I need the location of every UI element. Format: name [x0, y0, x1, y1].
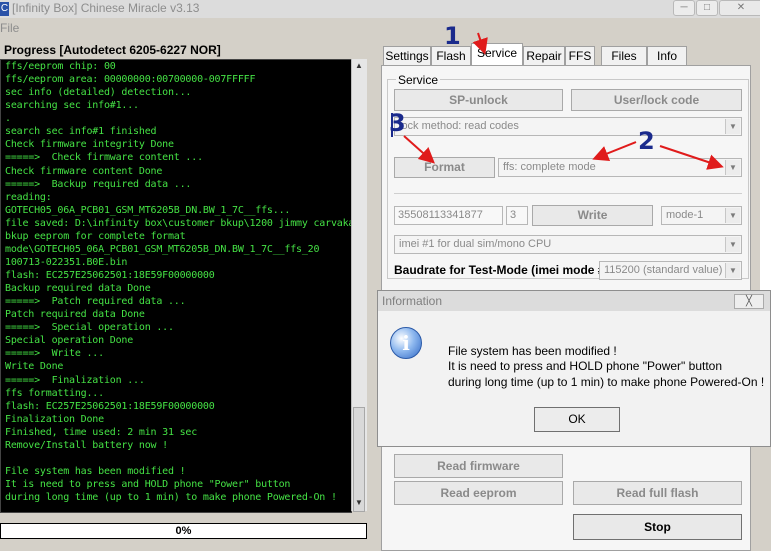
annotation-arrow-1 — [472, 32, 488, 55]
annotation-arrow-2b — [659, 145, 724, 170]
annotation-arrows — [391, 32, 724, 170]
annotation-arrow-3a — [403, 135, 435, 164]
annotation-arrow-2a — [592, 141, 637, 161]
